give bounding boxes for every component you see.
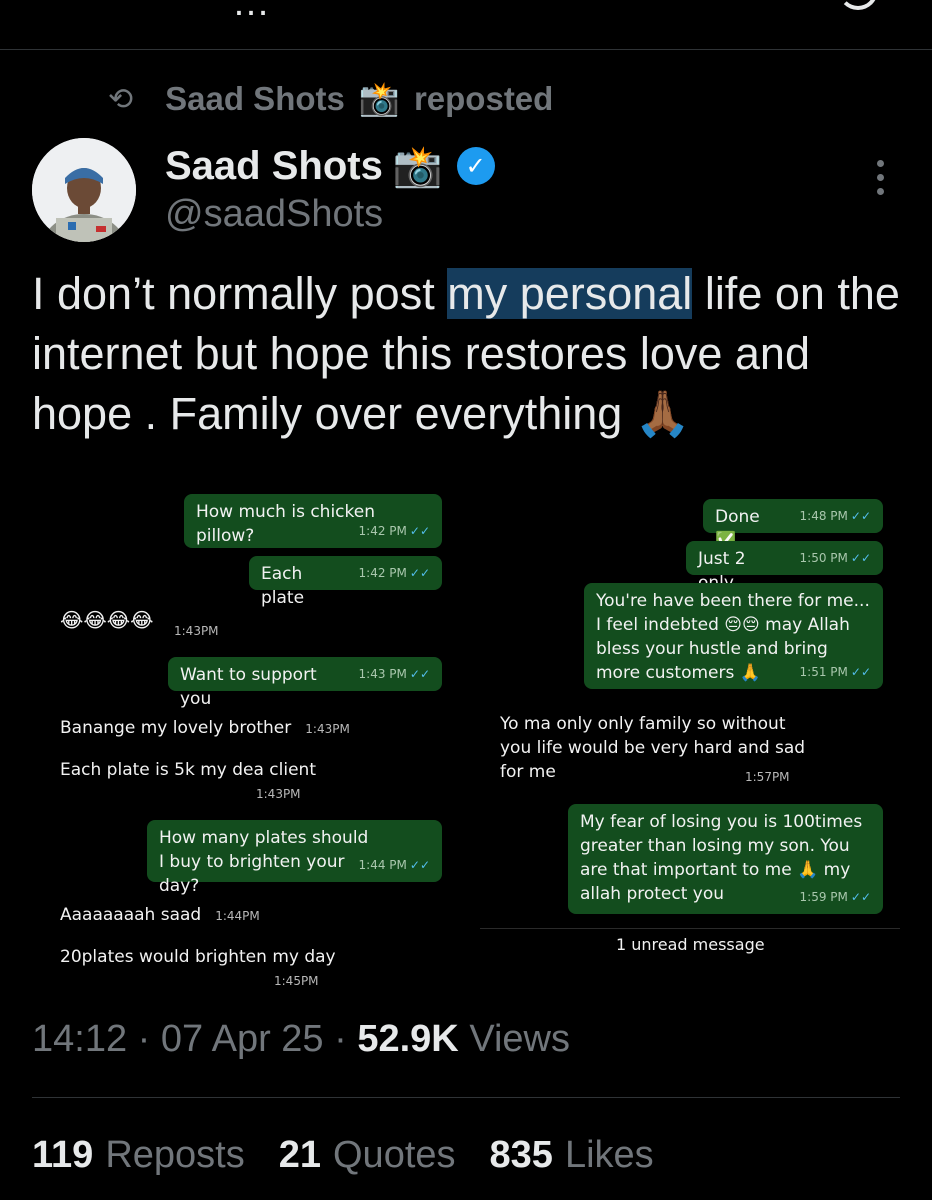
chat-message-in: Each plate is 5k my dea client xyxy=(60,760,316,780)
chat-bubble-out: How much is chicken pillow? 1:42 PM ✓✓ xyxy=(184,494,442,548)
chat-bubble-out: Just 2 only 1:50 PM✓✓ xyxy=(686,541,883,593)
double-check-icon: ✓✓ xyxy=(409,566,430,580)
chat-message-in: Aaaaaaaah saad 1:44PM xyxy=(60,905,260,925)
message-time: 1:57PM xyxy=(745,770,790,784)
chat-bubble-out: Want to support you 1:43 PM ✓✓ xyxy=(168,657,442,709)
chat-bubble-out: Done ✅ 1:48 PM✓✓ xyxy=(703,499,883,551)
chat-bubble-out: Each plate 1:42 PM ✓✓ xyxy=(249,556,442,608)
verified-badge-icon[interactable]: ✓ xyxy=(456,147,495,185)
double-check-icon: ✓✓ xyxy=(850,890,871,904)
camera-flash-icon: 📸 xyxy=(392,144,443,189)
double-check-icon: ✓✓ xyxy=(850,509,871,523)
previous-tweet-edge: … xyxy=(0,0,932,50)
tweet-meta: 14:12 · 07 Apr 25 · 52.9K Views xyxy=(32,1018,570,1061)
reposter-name: Saad Shots xyxy=(165,80,345,117)
repost-icon: ⟲ xyxy=(108,82,134,116)
double-check-icon: ✓✓ xyxy=(850,551,871,565)
chat-message-in: 20plates would brighten my day xyxy=(60,947,336,967)
quotes-stat[interactable]: 21 Quotes xyxy=(279,1134,456,1177)
tweet-text: I don’t normally post my personal life o… xyxy=(32,264,912,444)
likes-stat[interactable]: 835 Likes xyxy=(490,1134,654,1177)
message-time: 1:45PM xyxy=(274,974,319,985)
chat-bubble-out: My fear of losing you is 100times greate… xyxy=(568,804,883,914)
selected-text: my personal xyxy=(447,268,693,319)
separator: · xyxy=(137,1018,161,1060)
double-check-icon: ✓✓ xyxy=(409,858,430,872)
chat-divider xyxy=(480,928,900,929)
views-count: 52.9K xyxy=(357,1018,459,1060)
tweet-text-start: I don’t normally post xyxy=(32,268,448,319)
separator: · xyxy=(334,1018,358,1060)
author-display-name[interactable]: Saad Shots xyxy=(165,144,383,189)
more-icon[interactable] xyxy=(868,160,892,195)
repost-context[interactable]: ⟲ Saad Shots 📸 reposted xyxy=(108,78,553,120)
tweet-time[interactable]: 14:12 xyxy=(32,1018,127,1060)
double-check-icon: ✓✓ xyxy=(850,665,871,679)
repost-label: reposted xyxy=(413,80,554,117)
message-time: 1:43PM xyxy=(174,624,219,638)
views-label: Views xyxy=(469,1018,570,1060)
author-name[interactable]: Saad Shots 📸 ✓ xyxy=(165,140,495,192)
unread-indicator: 1 unread message xyxy=(616,935,765,954)
tweet-date[interactable]: 07 Apr 25 xyxy=(161,1018,324,1060)
reposts-stat[interactable]: 119 Reposts xyxy=(32,1134,245,1177)
chat-screenshot-image[interactable]: How much is chicken pillow? 1:42 PM ✓✓ Ea… xyxy=(0,480,932,985)
chat-bubble-out: You're have been there for me... I feel … xyxy=(584,583,883,689)
chat-bubble-out: How many plates should I buy to brighten… xyxy=(147,820,442,896)
camera-flash-icon: 📸 xyxy=(358,79,400,117)
chat-message-in: 😂😂😂😂 xyxy=(60,608,154,632)
double-check-icon: ✓✓ xyxy=(409,524,430,538)
avatar[interactable] xyxy=(32,138,136,242)
message-time: 1:43PM xyxy=(256,787,301,801)
ellipsis-icon: … xyxy=(232,0,274,24)
divider xyxy=(32,1097,900,1098)
author-handle[interactable]: @saadShots xyxy=(165,193,383,236)
share-icon[interactable] xyxy=(838,0,878,10)
chat-message-in: Banange my lovely brother 1:43PM xyxy=(60,718,350,738)
engagement-stats: 119 Reposts 21 Quotes 835 Likes xyxy=(32,1134,654,1177)
double-check-icon: ✓✓ xyxy=(409,667,430,681)
